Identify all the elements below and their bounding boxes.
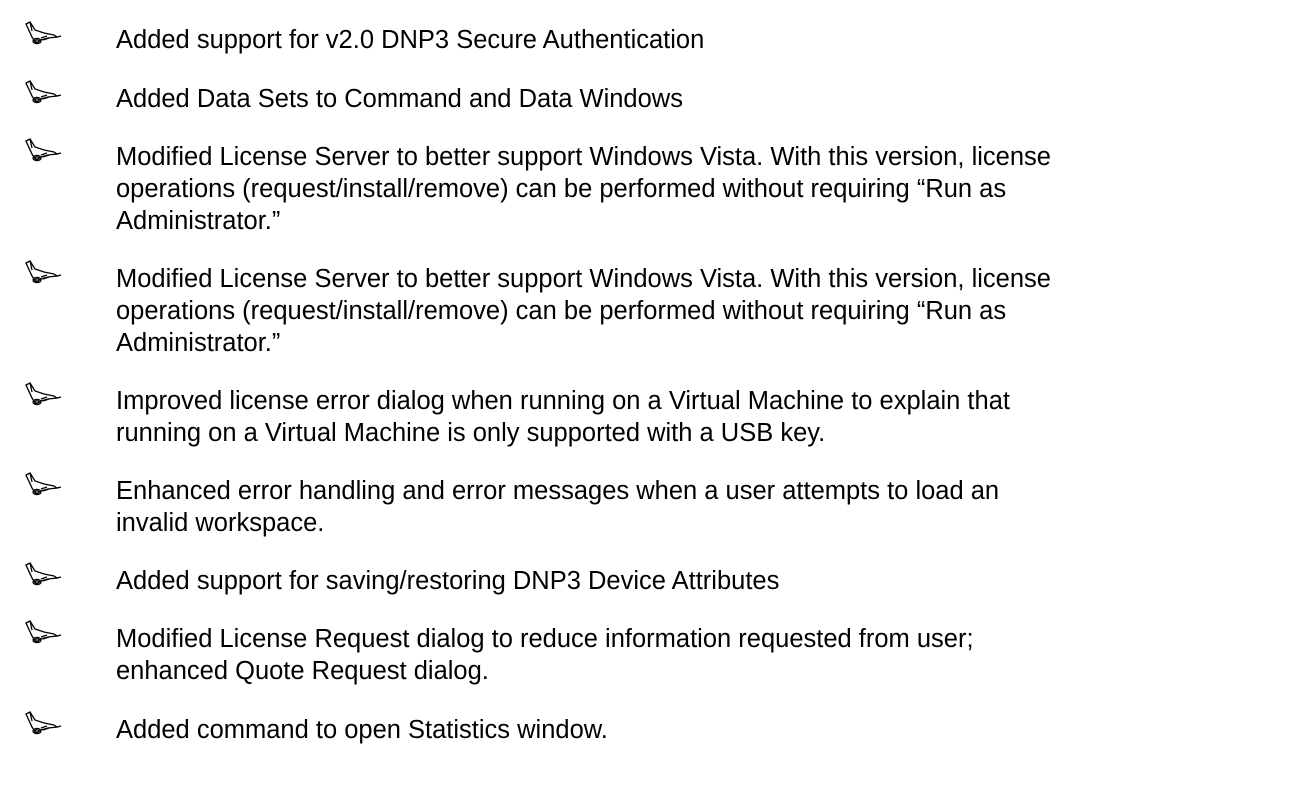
text-line: operations (request/install/remove) can … [116,175,1007,203]
text-line: operations (request/install/remove) can … [116,297,1007,325]
pointing-hand-icon [25,138,62,162]
list-item-text: Modified License Server to better suppor… [116,141,1276,237]
list-item-text: Improved license error dialog when runni… [116,385,1276,449]
pointing-hand-icon [25,472,62,496]
list-item-text: Added support for saving/restoring DNP3 … [116,565,1276,597]
pointing-hand-icon [25,620,62,644]
pointing-hand-icon [25,382,62,406]
list-item-text: Modified License Server to better suppor… [116,263,1276,359]
list-item-text: Modified License Request dialog to reduc… [116,623,1276,687]
text-line: running on a Virtual Machine is only sup… [116,419,826,447]
pointing-hand-icon [25,260,62,284]
list-item-text: Enhanced error handling and error messag… [116,475,1276,539]
text-line: Modified License Server to better suppor… [116,143,1051,171]
text-line: Added support for v2.0 DNP3 Secure Authe… [116,26,705,54]
text-line: Added support for saving/restoring DNP3 … [116,567,780,595]
text-line: Improved license error dialog when runni… [116,387,1010,415]
text-line: Administrator.” [116,207,281,235]
list-item-text: Added command to open Statistics window. [116,714,1276,746]
text-line: enhanced Quote Request dialog. [116,657,489,685]
pointing-hand-icon [25,80,62,104]
text-line: Enhanced error handling and error messag… [116,477,1000,505]
document-page: { "bullets": [ { "lines": ["Added suppor… [0,0,1291,788]
pointing-hand-icon [25,711,62,735]
text-line: invalid workspace. [116,509,325,537]
text-line: Modified License Request dialog to reduc… [116,625,974,653]
text-line: Modified License Server to better suppor… [116,265,1051,293]
pointing-hand-icon [25,21,62,45]
list-item-text: Added Data Sets to Command and Data Wind… [116,83,1276,115]
list-item-text: Added support for v2.0 DNP3 Secure Authe… [116,24,1276,56]
text-line: Added command to open Statistics window. [116,716,608,744]
text-line: Administrator.” [116,329,281,357]
pointing-hand-icon [25,562,62,586]
text-line: Added Data Sets to Command and Data Wind… [116,85,683,113]
